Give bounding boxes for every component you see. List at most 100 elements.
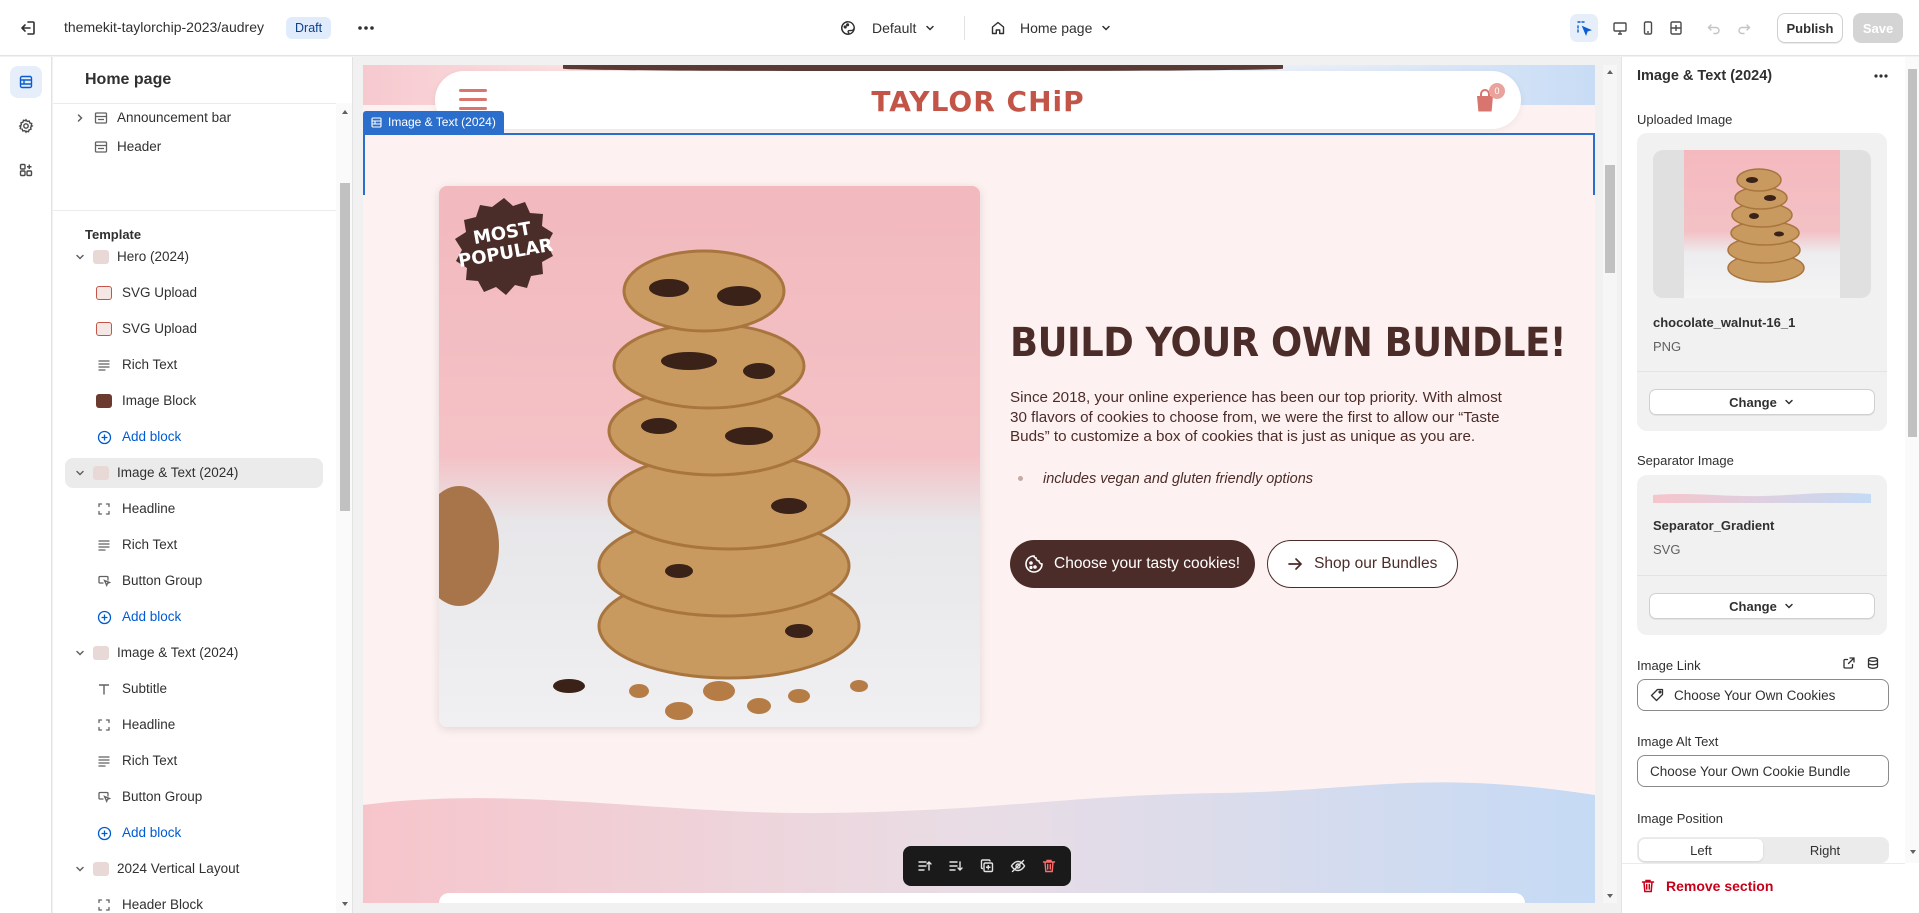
tree-section-row[interactable]: Image & Text (2024) <box>65 458 323 488</box>
button-icon <box>96 789 112 805</box>
sections-icon[interactable] <box>10 66 42 98</box>
tree-block-row[interactable]: Rich Text <box>65 350 323 380</box>
desktop-preview-icon[interactable] <box>1606 14 1634 42</box>
tree-row-label: SVG Upload <box>122 285 198 300</box>
exit-icon[interactable] <box>16 16 40 40</box>
tree-block-row[interactable]: Image Block <box>65 386 323 416</box>
change-separator-image-button[interactable]: Change <box>1649 593 1875 619</box>
shop-bundles-button[interactable]: Shop our Bundles <box>1267 540 1459 588</box>
tree-row-label: Header Block <box>122 897 204 912</box>
preview-scrollbar[interactable] <box>1603 65 1617 903</box>
tree-block-row[interactable]: SVG Upload <box>65 278 323 308</box>
store-logo[interactable]: TAYLOR CHiP <box>435 85 1521 118</box>
tree-block-row[interactable]: Button Group <box>65 782 323 812</box>
tree-section-row[interactable]: Hero (2024) <box>65 242 323 272</box>
full-width-icon[interactable] <box>1662 14 1690 42</box>
bullet-dot <box>1018 476 1023 481</box>
tree-block-row[interactable]: Subtitle <box>65 674 323 704</box>
tree-row-label: Headline <box>122 501 176 516</box>
save-button[interactable]: Save <box>1853 13 1903 43</box>
tree-section-row[interactable]: Image & Text (2024) <box>65 638 323 668</box>
gear-icon[interactable] <box>10 110 42 142</box>
tree-block-row[interactable]: Headline <box>65 710 323 740</box>
thumbnail-icon <box>93 645 109 661</box>
scroll-down-icon[interactable] <box>1605 891 1615 901</box>
external-link-icon[interactable] <box>1840 654 1858 672</box>
scroll-down-icon[interactable] <box>340 899 350 909</box>
image-link-field[interactable]: Choose Your Own Cookies <box>1637 679 1889 711</box>
mobile-preview-icon[interactable] <box>1634 14 1662 42</box>
tree-row-announcement-bar[interactable]: Announcement bar <box>65 103 323 133</box>
selected-section-tag[interactable]: Image & Text (2024) <box>363 111 504 133</box>
add-circle-icon <box>96 825 112 841</box>
chevron-down-icon[interactable] <box>73 646 87 660</box>
image-alt-field[interactable]: Choose Your Own Cookie Bundle <box>1637 755 1889 787</box>
tree-block-row[interactable]: Headline <box>65 494 323 524</box>
separator-thumbnail[interactable] <box>1653 491 1871 503</box>
thumbnail-icon <box>93 861 109 877</box>
chevron-down-icon[interactable] <box>73 466 87 480</box>
position-right-option[interactable]: Right <box>1763 839 1887 861</box>
tree-block-row[interactable]: Button Group <box>65 566 323 596</box>
tree-row-header[interactable]: Header <box>65 132 323 162</box>
duplicate-icon[interactable] <box>974 853 1000 879</box>
move-up-icon[interactable] <box>912 853 938 879</box>
inspector-toggle-icon[interactable] <box>1570 14 1598 42</box>
move-down-icon[interactable] <box>943 853 969 879</box>
redo-icon[interactable] <box>1730 14 1758 42</box>
add-block-button[interactable]: Add block <box>65 422 323 452</box>
bullet-text: includes vegan and gluten friendly optio… <box>1043 470 1314 487</box>
chevron-down-icon[interactable] <box>73 250 87 264</box>
add-block-button[interactable]: Add block <box>65 602 323 632</box>
chevron-right-icon[interactable] <box>73 111 87 125</box>
button-group: Choose your tasty cookies! Shop our Bund… <box>1010 540 1459 588</box>
sidebar-scrollbar[interactable] <box>336 103 352 913</box>
more-actions-icon[interactable] <box>353 16 379 40</box>
separator-file-type: SVG <box>1653 542 1681 557</box>
thumbnail-icon <box>93 465 109 481</box>
scroll-up-icon[interactable] <box>1605 67 1615 77</box>
store-preview[interactable]: TAYLOR CHiP 0 Image & Text (2024) MOST P… <box>363 65 1595 903</box>
scrollbar-thumb[interactable] <box>340 183 350 511</box>
uploaded-image-preview[interactable] <box>1653 150 1871 298</box>
section-headline[interactable]: BUILD YOUR OWN BUNDLE! <box>1010 320 1567 366</box>
add-circle-icon <box>96 429 112 445</box>
publish-button[interactable]: Publish <box>1777 13 1843 43</box>
delete-icon[interactable] <box>1036 853 1062 879</box>
chevron-down-icon <box>924 22 936 34</box>
inspector-scrollbar[interactable] <box>1905 57 1919 863</box>
sidebar-title: Home page <box>85 71 172 88</box>
scrollbar-thumb[interactable] <box>1605 165 1615 273</box>
apps-icon[interactable] <box>10 154 42 186</box>
page-selector[interactable]: Home page <box>990 15 1112 41</box>
database-icon[interactable] <box>1864 654 1882 672</box>
chevron-down-icon[interactable] <box>73 862 87 876</box>
hide-icon[interactable] <box>1005 853 1031 879</box>
more-actions-icon[interactable] <box>1868 64 1894 88</box>
tree-row-label: Image & Text (2024) <box>117 645 239 660</box>
remove-section-button[interactable]: Remove section <box>1640 878 1773 894</box>
tree-row-label: Add block <box>122 429 182 444</box>
cookie-stack-image[interactable]: MOST POPULAR <box>439 186 980 727</box>
store-header[interactable]: TAYLOR CHiP 0 <box>435 71 1521 129</box>
tree-block-row[interactable]: Rich Text <box>65 746 323 776</box>
section-body-text[interactable]: Since 2018, your online experience has b… <box>1010 388 1510 447</box>
text-lines-icon <box>96 537 112 553</box>
tree-section-row[interactable]: 2024 Vertical Layout <box>65 854 323 884</box>
tree-block-row[interactable]: Rich Text <box>65 530 323 560</box>
inspector-footer: Remove section <box>1622 863 1905 913</box>
tree-block-row[interactable]: SVG Upload <box>65 314 323 344</box>
theme-selector[interactable]: Default <box>840 15 936 41</box>
divider <box>53 210 336 211</box>
scrollbar-thumb[interactable] <box>1908 69 1917 437</box>
choose-cookies-button[interactable]: Choose your tasty cookies! <box>1010 540 1256 588</box>
change-uploaded-image-button[interactable]: Change <box>1649 389 1875 415</box>
add-block-button[interactable]: Add block <box>65 818 323 848</box>
tag-icon <box>1650 688 1664 702</box>
undo-icon[interactable] <box>1700 14 1728 42</box>
tree-block-row[interactable]: Header Block <box>65 890 323 913</box>
image-position-label: Image Position <box>1637 811 1723 826</box>
scroll-down-icon[interactable] <box>1908 847 1917 856</box>
scroll-up-icon[interactable] <box>340 107 350 117</box>
position-left-option[interactable]: Left <box>1639 839 1763 861</box>
